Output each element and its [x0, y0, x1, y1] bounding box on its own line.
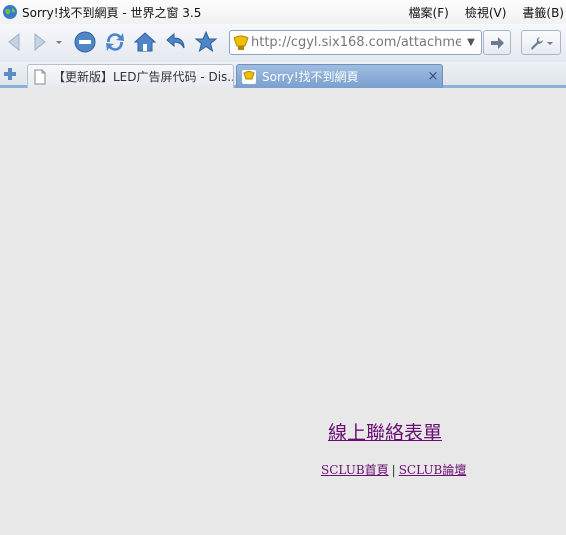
- close-tab-icon[interactable]: ×: [424, 69, 442, 84]
- home-button[interactable]: [132, 29, 158, 55]
- tab-sorry-page[interactable]: Sorry!找不到網頁 ×: [236, 64, 443, 88]
- wrench-icon: [531, 36, 543, 50]
- chevron-down-icon: [547, 41, 553, 45]
- navigation-toolbar: http://cgyl.six168.com/attachments/ ▼: [0, 24, 566, 62]
- tools-menu-button[interactable]: [521, 30, 561, 55]
- window-title: Sorry!找不到網頁 - 世界之窗 3.5: [22, 5, 202, 20]
- stop-icon: [74, 31, 96, 53]
- browser-globe-icon: [3, 5, 17, 19]
- tab-label: Sorry!找不到網頁: [262, 70, 359, 84]
- sclub-home-link[interactable]: SCLUB首頁: [321, 463, 389, 477]
- new-tab-plus-icon[interactable]: [2, 66, 18, 82]
- menu-bookmarks[interactable]: 書籤(B): [522, 4, 564, 21]
- go-button[interactable]: [483, 30, 511, 55]
- site-favicon-icon: [242, 69, 256, 84]
- menu-file[interactable]: 檔案(F): [409, 4, 449, 21]
- history-dropdown-button[interactable]: [52, 29, 66, 55]
- title-bar: Sorry!找不到網頁 - 世界之窗 3.5 檔案(F) 檢視(V) 書籤(B): [0, 0, 566, 24]
- undo-arrow-icon: [166, 32, 185, 49]
- sclub-forum-link[interactable]: SCLUB論壇: [399, 463, 467, 477]
- back-button[interactable]: [2, 29, 28, 55]
- link-separator: |: [391, 463, 396, 477]
- refresh-button[interactable]: [102, 29, 128, 55]
- tab-label: 【更新版】LED广告屏代码 - Dis...: [53, 70, 233, 84]
- menu-bar: 檔案(F) 檢視(V) 書籤(B): [393, 0, 564, 24]
- undo-close-tab-button[interactable]: [163, 29, 189, 55]
- refresh-icon: [106, 33, 124, 51]
- forward-button[interactable]: [26, 29, 52, 55]
- back-arrow-icon: [8, 32, 20, 52]
- menu-view[interactable]: 檢視(V): [465, 4, 507, 21]
- address-url[interactable]: http://cgyl.six168.com/attachments/: [251, 35, 461, 50]
- favorites-button[interactable]: [193, 29, 219, 55]
- footer-links: SCLUB首頁 | SCLUB論壇: [321, 461, 466, 478]
- star-icon: [194, 30, 218, 53]
- stop-button[interactable]: [72, 29, 98, 55]
- address-bar[interactable]: http://cgyl.six168.com/attachments/ ▼: [229, 30, 482, 55]
- page-content: 線上聯絡表單 SCLUB首頁 | SCLUB論壇: [0, 91, 566, 535]
- address-dropdown-icon[interactable]: ▼: [461, 37, 481, 48]
- contact-form-link[interactable]: 線上聯絡表單: [328, 418, 442, 445]
- chevron-down-icon: [56, 41, 62, 44]
- tab-led-code[interactable]: 【更新版】LED广告屏代码 - Dis...: [27, 64, 234, 88]
- page-icon: [34, 69, 46, 84]
- site-favicon-icon: [233, 35, 249, 50]
- home-icon: [133, 32, 157, 52]
- forward-arrow-icon: [34, 32, 46, 52]
- tab-strip: 【更新版】LED广告屏代码 - Dis... Sorry!找不到網頁 ×: [0, 62, 566, 88]
- go-arrow-icon: [491, 36, 504, 49]
